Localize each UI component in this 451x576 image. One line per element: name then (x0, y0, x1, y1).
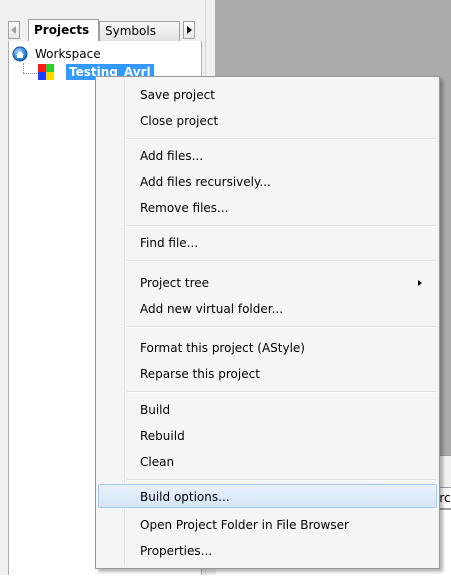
menu-item-label: Properties... (140, 544, 213, 558)
menu-separator (126, 138, 436, 140)
menu-item-label: Find file... (140, 236, 199, 250)
scroll-right-arrow-icon[interactable] (183, 21, 195, 39)
tab-projects-label: Projects (34, 23, 90, 37)
menu-item-label: Open Project Folder in File Browser (140, 518, 349, 532)
project-colored-squares-icon (38, 64, 54, 80)
tab-symbols-label: Symbols (105, 24, 156, 38)
menu-item-label: Add files... (140, 149, 204, 163)
menu-item-reparse-project[interactable]: Reparse this project (98, 361, 437, 385)
menu-separator (126, 391, 436, 393)
menu-item-label: Build (140, 403, 171, 417)
menu-item-remove-files[interactable]: Remove files... (98, 195, 437, 219)
menu-item-add-files-recursively[interactable]: Add files recursively... (98, 169, 437, 193)
menu-item-project-tree[interactable]: Project tree (98, 270, 437, 294)
menu-item-label: Add new virtual folder... (140, 302, 284, 316)
menu-separator (126, 260, 436, 262)
workspace-label: Workspace (35, 47, 101, 61)
menu-item-close-project[interactable]: Close project (98, 108, 437, 132)
menu-item-properties[interactable]: Properties... (98, 538, 437, 562)
menu-separator (126, 326, 436, 328)
menu-item-label: Remove files... (140, 201, 229, 215)
menu-item-add-virtual-folder[interactable]: Add new virtual folder... (98, 296, 437, 320)
workspace-globe-icon (12, 46, 28, 62)
menu-item-label: Close project (140, 114, 219, 128)
tree-connector-line (23, 63, 24, 73)
menu-item-label: Add files recursively... (140, 175, 271, 189)
menu-item-label: Project tree (140, 276, 210, 290)
menu-item-label: Clean (140, 455, 175, 469)
menu-item-add-files[interactable]: Add files... (98, 143, 437, 167)
menu-item-clean[interactable]: Clean (98, 449, 437, 473)
menu-item-rebuild[interactable]: Rebuild (98, 423, 437, 447)
project-manager-tabstrip: Projects Symbols (8, 19, 201, 41)
menu-item-label: Reparse this project (140, 367, 260, 381)
submenu-arrow-icon (418, 280, 422, 286)
menu-item-open-project-folder[interactable]: Open Project Folder in File Browser (98, 512, 437, 536)
menu-item-label: Format this project (AStyle) (140, 341, 305, 355)
menu-item-find-file[interactable]: Find file... (98, 230, 437, 254)
menu-item-format-project[interactable]: Format this project (AStyle) (98, 335, 437, 359)
menu-item-build[interactable]: Build (98, 397, 437, 421)
tab-projects[interactable]: Projects (28, 19, 99, 41)
project-context-menu: Save project Close project Add files... … (95, 76, 440, 569)
menu-item-label: Build options... (140, 490, 230, 504)
menu-item-label: Rebuild (140, 429, 185, 443)
tree-connector-line (23, 73, 37, 74)
menu-item-save-project[interactable]: Save project (98, 82, 437, 106)
scroll-left-arrow-icon[interactable] (8, 21, 20, 39)
tab-symbols[interactable]: Symbols (99, 21, 180, 41)
menu-item-build-options[interactable]: Build options... (98, 484, 437, 508)
menu-separator (126, 225, 436, 227)
menu-separator (126, 479, 436, 481)
menu-item-label: Save project (140, 88, 215, 102)
